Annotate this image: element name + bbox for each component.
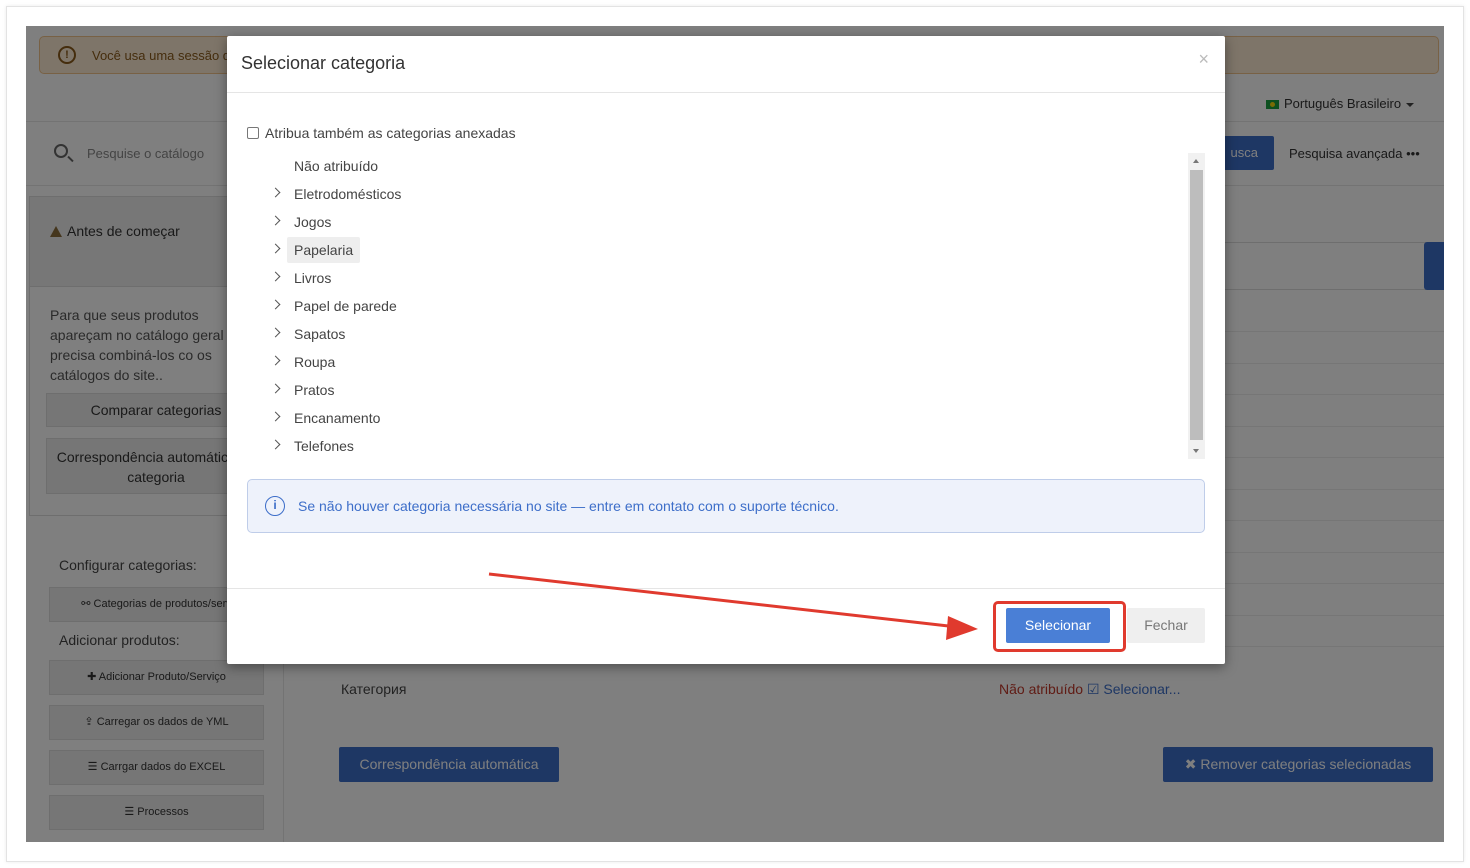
app-screen: ! Você usa uma sessão d a Português Bras…	[26, 26, 1444, 842]
annotation-arrow-head	[946, 616, 978, 640]
annotation-arrow	[488, 572, 978, 640]
annotation-arrow-line	[488, 572, 967, 630]
